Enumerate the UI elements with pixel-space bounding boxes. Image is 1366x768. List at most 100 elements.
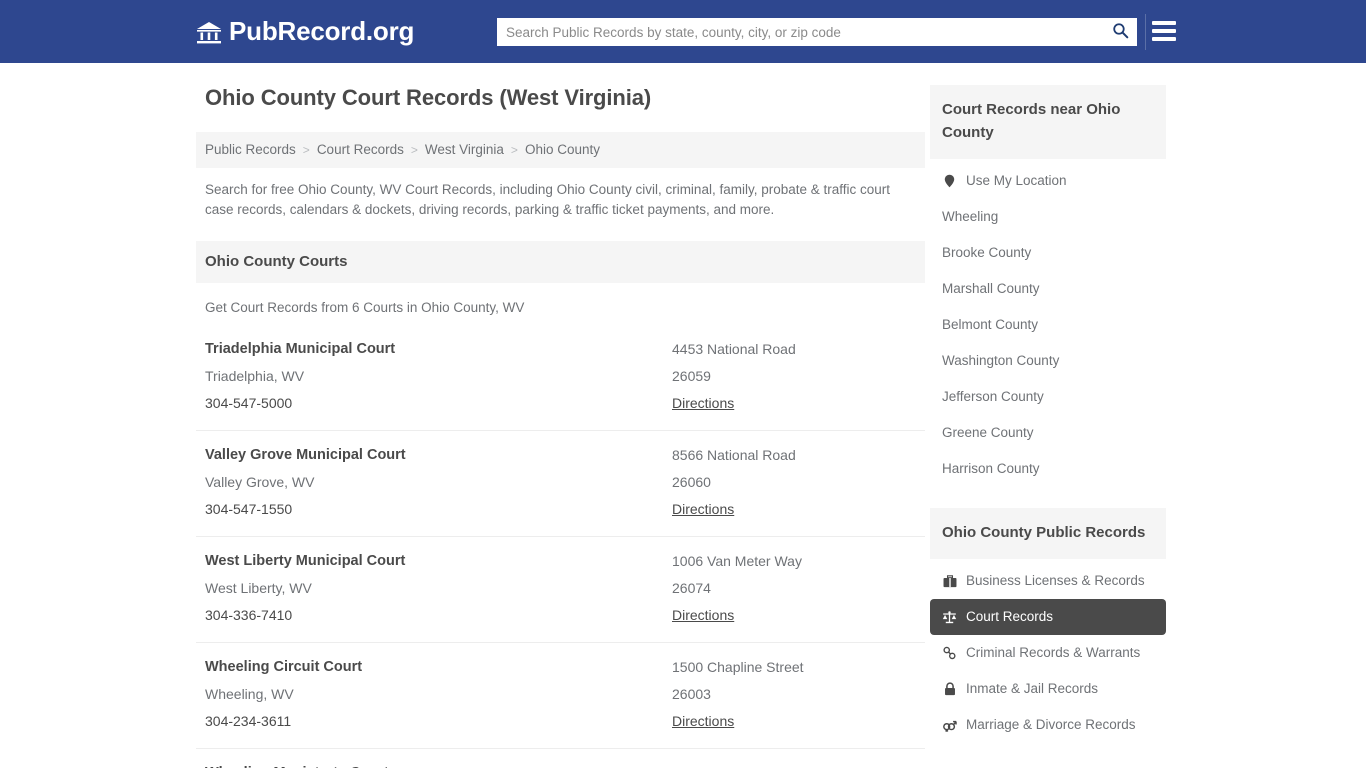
sidebar-item-label: Court Records xyxy=(966,608,1053,626)
main-content: Ohio County Court Records (West Virginia… xyxy=(196,85,925,768)
hamburger-bar-2 xyxy=(1152,29,1176,33)
hamburger-menu-icon[interactable] xyxy=(1152,18,1176,44)
sidebar-item-label: Jefferson County xyxy=(942,388,1044,406)
sidebar-item-greene-county[interactable]: Greene County xyxy=(930,415,1166,451)
sidebar-nearby-list: Use My Location Wheeling Brooke County M… xyxy=(930,163,1166,487)
search-button[interactable] xyxy=(1103,18,1137,46)
court-name-link[interactable]: Wheeling Circuit Court xyxy=(205,659,672,675)
sidebar-item-marriage-divorce-records[interactable]: Marriage & Divorce Records xyxy=(930,707,1166,743)
sidebar-item-label: Brooke County xyxy=(942,244,1031,262)
sidebar-item-business-licenses[interactable]: Business Licenses & Records xyxy=(930,563,1166,599)
court-city: Wheeling, WV xyxy=(205,686,672,702)
court-name-link[interactable]: Triadelphia Municipal Court xyxy=(205,341,672,357)
breadcrumb-item-0[interactable]: Public Records xyxy=(205,142,296,157)
courts-section-title: Ohio County Courts xyxy=(196,241,925,283)
court-name-link[interactable]: West Liberty Municipal Court xyxy=(205,553,672,569)
sidebar-item-use-my-location[interactable]: Use My Location xyxy=(930,163,1166,199)
search-input[interactable] xyxy=(497,18,1103,46)
page-body: Ohio County Court Records (West Virginia… xyxy=(0,63,1366,768)
court-street: 1500 Chapline Street xyxy=(672,659,916,675)
court-phone: 304-547-5000 xyxy=(205,395,672,411)
sidebar-nearby-title: Court Records near Ohio County xyxy=(930,85,1166,159)
court-phone: 304-234-3611 xyxy=(205,713,672,729)
search-bar xyxy=(497,18,1137,46)
lock-icon xyxy=(942,682,957,697)
sidebar-public-records-title: Ohio County Public Records xyxy=(930,508,1166,559)
page-title: Ohio County Court Records (West Virginia… xyxy=(205,85,925,111)
directions-link[interactable]: Directions xyxy=(672,501,734,517)
breadcrumb-item-3[interactable]: Ohio County xyxy=(525,142,600,157)
court-address: 1006 Van Meter Way 26074 Directions xyxy=(672,553,916,625)
table-row: Valley Grove Municipal Court Valley Grov… xyxy=(196,431,925,537)
sidebar-item-label: Marriage & Divorce Records xyxy=(966,716,1136,734)
sidebar-item-jefferson-county[interactable]: Jefferson County xyxy=(930,379,1166,415)
hamburger-bar-3 xyxy=(1152,37,1176,41)
court-zip: 26003 xyxy=(672,686,916,702)
court-info: Triadelphia Municipal Court Triadelphia,… xyxy=(205,341,672,413)
sidebar-item-harrison-county[interactable]: Harrison County xyxy=(930,451,1166,487)
sidebar-item-label: Harrison County xyxy=(942,460,1040,478)
court-zip: 26060 xyxy=(672,474,916,490)
directions-link[interactable]: Directions xyxy=(672,395,734,411)
court-city: West Liberty, WV xyxy=(205,580,672,596)
court-zip: 26059 xyxy=(672,368,916,384)
court-info: West Liberty Municipal Court West Libert… xyxy=(205,553,672,625)
sidebar-item-washington-county[interactable]: Washington County xyxy=(930,343,1166,379)
sidebar-item-marshall-county[interactable]: Marshall County xyxy=(930,271,1166,307)
search-icon xyxy=(1112,22,1129,42)
breadcrumb-item-1[interactable]: Court Records xyxy=(317,142,404,157)
sidebar-item-belmont-county[interactable]: Belmont County xyxy=(930,307,1166,343)
breadcrumb-separator: > xyxy=(303,143,310,157)
handcuffs-icon xyxy=(942,646,957,661)
sidebar-public-records-block: Ohio County Public Records Business Lice… xyxy=(930,508,1166,743)
directions-link[interactable]: Directions xyxy=(672,713,734,729)
sidebar-item-label: Criminal Records & Warrants xyxy=(966,644,1140,662)
court-phone: 304-547-1550 xyxy=(205,501,672,517)
header-divider xyxy=(1145,14,1146,50)
scales-of-justice-icon xyxy=(942,610,957,625)
breadcrumb-item-2[interactable]: West Virginia xyxy=(425,142,504,157)
court-street: 8566 National Road xyxy=(672,447,916,463)
directions-link[interactable]: Directions xyxy=(672,607,734,623)
page-intro-text: Search for free Ohio County, WV Court Re… xyxy=(205,180,916,220)
sidebar-item-wheeling[interactable]: Wheeling xyxy=(930,199,1166,235)
briefcase-icon xyxy=(942,574,957,589)
table-row: West Liberty Municipal Court West Libert… xyxy=(196,537,925,643)
court-address: 4453 National Road 26059 Directions xyxy=(672,341,916,413)
court-street: 1006 Van Meter Way xyxy=(672,553,916,569)
court-name-link[interactable]: Valley Grove Municipal Court xyxy=(205,447,672,463)
court-phone: 304-336-7410 xyxy=(205,607,672,623)
sidebar-item-court-records[interactable]: Court Records xyxy=(930,599,1166,635)
sidebar-item-inmate-jail-records[interactable]: Inmate & Jail Records xyxy=(930,671,1166,707)
sidebar-item-label: Greene County xyxy=(942,424,1034,442)
court-city: Triadelphia, WV xyxy=(205,368,672,384)
court-address: 1500 Chapline Street 26003 Directions xyxy=(672,659,916,731)
sidebar-item-label: Belmont County xyxy=(942,316,1038,334)
site-header: PubRecord.org xyxy=(0,0,1366,63)
court-city: Valley Grove, WV xyxy=(205,474,672,490)
court-info: Wheeling Circuit Court Wheeling, WV 304-… xyxy=(205,659,672,731)
map-pin-icon xyxy=(942,174,957,189)
table-row: Wheeling Magistrate Court Wheeling, WV 3… xyxy=(196,749,925,768)
breadcrumb: Public Records > Court Records > West Vi… xyxy=(196,132,925,168)
hamburger-bar-1 xyxy=(1152,21,1176,25)
sidebar-item-brooke-county[interactable]: Brooke County xyxy=(930,235,1166,271)
table-row: Triadelphia Municipal Court Triadelphia,… xyxy=(196,325,925,431)
court-zip: 26074 xyxy=(672,580,916,596)
table-row: Wheeling Circuit Court Wheeling, WV 304-… xyxy=(196,643,925,749)
court-info: Valley Grove Municipal Court Valley Grov… xyxy=(205,447,672,519)
court-street: 4453 National Road xyxy=(672,341,916,357)
site-logo-text: PubRecord.org xyxy=(229,16,414,47)
breadcrumb-separator: > xyxy=(411,143,418,157)
sidebar-item-label: Use My Location xyxy=(966,172,1067,190)
sidebar-public-records-list: Business Licenses & Records Court xyxy=(930,563,1166,743)
sidebar-item-label: Washington County xyxy=(942,352,1059,370)
sidebar-item-criminal-records[interactable]: Criminal Records & Warrants xyxy=(930,635,1166,671)
gender-symbols-icon xyxy=(942,718,957,733)
site-logo[interactable]: PubRecord.org xyxy=(196,16,414,47)
breadcrumb-separator: > xyxy=(511,143,518,157)
sidebar-item-label: Marshall County xyxy=(942,280,1040,298)
courts-list: Triadelphia Municipal Court Triadelphia,… xyxy=(196,325,925,768)
court-address: 8566 National Road 26060 Directions xyxy=(672,447,916,519)
courts-section-note: Get Court Records from 6 Courts in Ohio … xyxy=(205,300,916,315)
